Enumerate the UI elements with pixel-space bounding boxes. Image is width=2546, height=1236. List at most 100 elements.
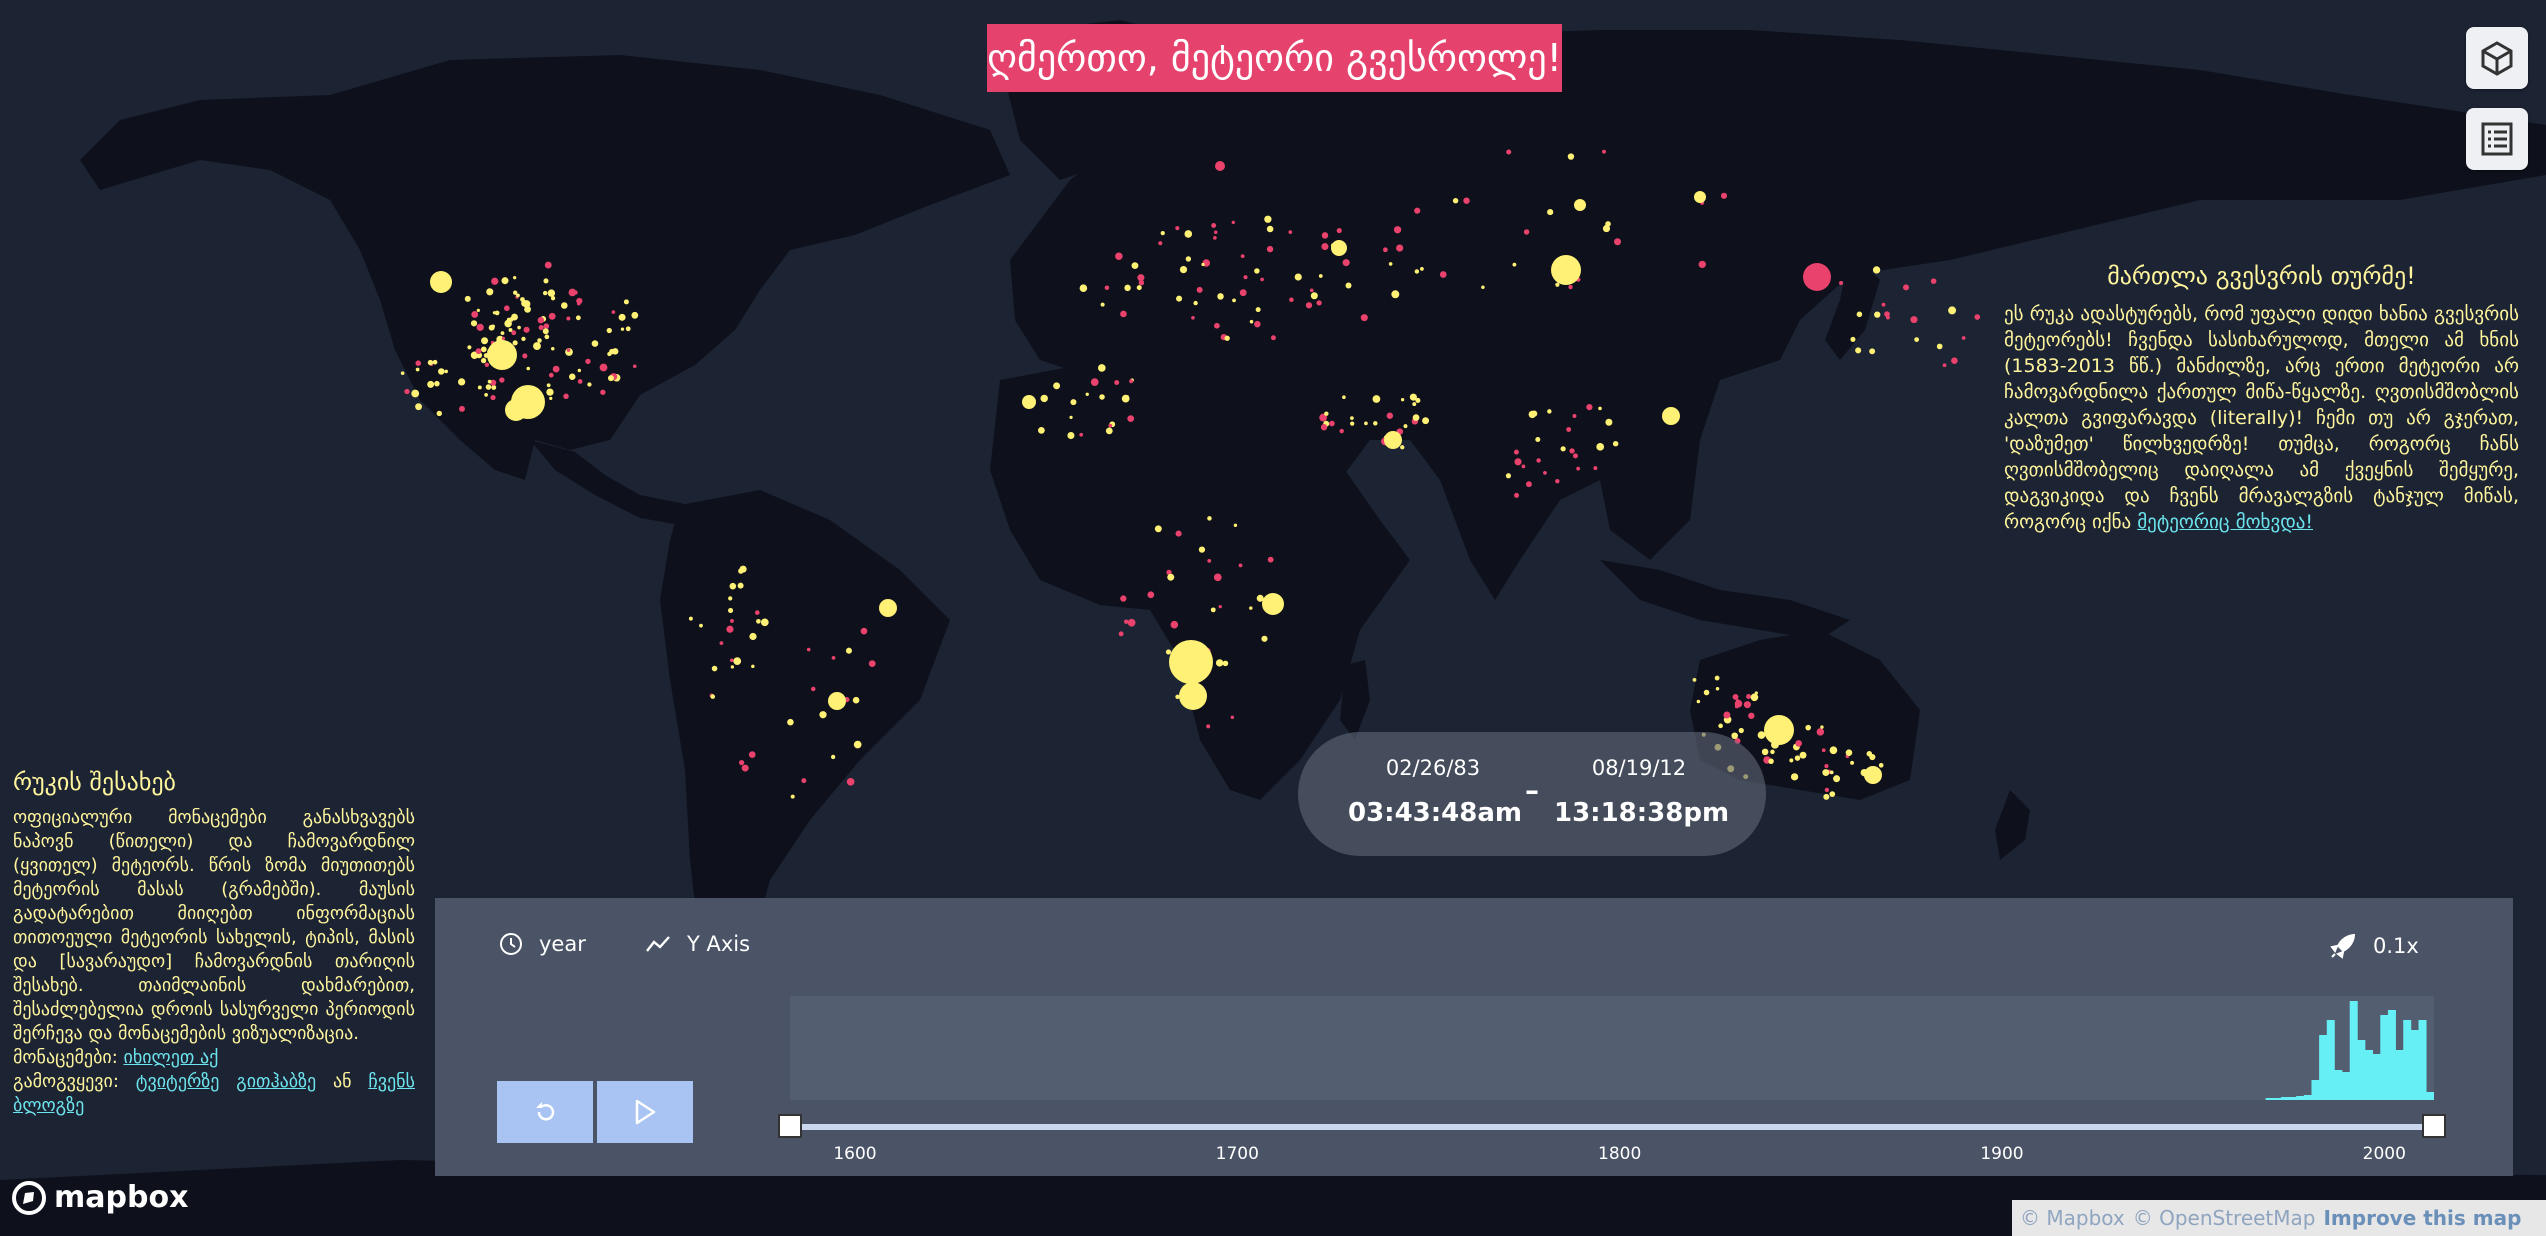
meteorite-marker[interactable]	[1158, 241, 1163, 246]
meteorite-marker[interactable]	[523, 326, 530, 333]
meteorite-marker[interactable]	[1191, 316, 1195, 320]
meteorite-marker[interactable]	[1090, 378, 1099, 387]
meteorite-marker[interactable]	[1598, 406, 1602, 411]
meteorite-marker[interactable]	[1743, 701, 1751, 709]
meteorite-marker[interactable]	[1267, 556, 1274, 563]
meteorite-marker[interactable]	[1120, 310, 1127, 318]
meteorite-marker[interactable]	[1206, 724, 1211, 729]
meteorite-marker[interactable]	[1850, 760, 1855, 765]
meteorite-marker[interactable]	[738, 759, 745, 766]
meteorite-marker[interactable]	[1974, 314, 1981, 320]
meteorite-marker[interactable]	[1218, 604, 1222, 609]
meteorite-marker[interactable]	[1165, 649, 1172, 655]
meteorite-marker[interactable]	[749, 632, 757, 641]
meteorite-marker[interactable]	[1262, 593, 1284, 615]
meteorite-marker[interactable]	[632, 364, 637, 369]
meteorite-marker[interactable]	[415, 367, 420, 372]
meteorite-marker[interactable]	[546, 383, 551, 388]
meteorite-marker[interactable]	[1129, 379, 1134, 384]
meteorite-marker[interactable]	[1754, 691, 1758, 695]
mapbox-logo[interactable]: mapbox	[12, 1180, 188, 1215]
meteorite-marker[interactable]	[475, 348, 482, 355]
meteorite-marker[interactable]	[1547, 409, 1552, 414]
meteorite-marker[interactable]	[828, 692, 846, 710]
meteorite-marker[interactable]	[1822, 769, 1830, 777]
meteorite-marker[interactable]	[491, 385, 497, 390]
meteorite-marker[interactable]	[1547, 209, 1554, 216]
meteorite-marker[interactable]	[607, 375, 615, 382]
meteorite-marker[interactable]	[1213, 230, 1218, 234]
meteorite-marker[interactable]	[1856, 311, 1863, 318]
meteorite-marker[interactable]	[1738, 727, 1744, 734]
meteorite-marker[interactable]	[599, 363, 608, 372]
meteorite-marker[interactable]	[600, 389, 606, 395]
meteorite-marker[interactable]	[831, 656, 836, 660]
meteorite-marker[interactable]	[494, 310, 500, 316]
meteorite-marker[interactable]	[1179, 265, 1188, 274]
meteorite-marker[interactable]	[430, 271, 452, 293]
meteorite-marker[interactable]	[1100, 302, 1105, 307]
meteorite-marker[interactable]	[1414, 269, 1420, 274]
meteorite-marker[interactable]	[516, 293, 520, 298]
meteorite-marker[interactable]	[1224, 335, 1230, 341]
meteorite-marker[interactable]	[491, 277, 499, 285]
meteorite-marker[interactable]	[1614, 238, 1622, 246]
meteorite-marker[interactable]	[1400, 398, 1405, 402]
meteorite-marker[interactable]	[1602, 149, 1606, 154]
meteorite-marker[interactable]	[1321, 243, 1329, 251]
meteorite-marker[interactable]	[569, 373, 576, 380]
meteorite-marker[interactable]	[1364, 421, 1368, 426]
meteorite-marker[interactable]	[585, 358, 591, 365]
meteorite-marker[interactable]	[1207, 558, 1212, 563]
meteorite-marker[interactable]	[566, 316, 571, 321]
meteorite-marker[interactable]	[1264, 215, 1272, 223]
meteorite-marker[interactable]	[1409, 393, 1417, 401]
meteorite-marker[interactable]	[547, 289, 556, 297]
meteorite-marker[interactable]	[1833, 775, 1841, 783]
meteorite-marker[interactable]	[1412, 414, 1420, 421]
meteorite-marker[interactable]	[1123, 619, 1129, 624]
meteorite-marker[interactable]	[1757, 731, 1766, 739]
meteorite-marker[interactable]	[1184, 230, 1193, 238]
meteorite-marker[interactable]	[1196, 286, 1203, 293]
meteorite-marker[interactable]	[1662, 407, 1680, 425]
meteorite-marker[interactable]	[751, 664, 755, 669]
meteorite-marker[interactable]	[1715, 686, 1720, 691]
meteorite-marker[interactable]	[726, 625, 734, 633]
meteorite-marker[interactable]	[1396, 244, 1404, 252]
meteorite-marker[interactable]	[1360, 314, 1368, 322]
meteorite-marker[interactable]	[1079, 432, 1084, 437]
meteorite-marker[interactable]	[577, 368, 581, 373]
meteorite-marker[interactable]	[1373, 421, 1378, 426]
meteorite-marker[interactable]	[1805, 724, 1811, 731]
meteorite-marker[interactable]	[727, 607, 734, 614]
meteorite-marker[interactable]	[1422, 417, 1430, 425]
meteorite-marker[interactable]	[436, 410, 442, 417]
meteorite-marker[interactable]	[1948, 306, 1957, 315]
meteorite-marker[interactable]	[1213, 573, 1222, 582]
meteorite-marker[interactable]	[1270, 335, 1276, 341]
meteorite-marker[interactable]	[499, 377, 505, 383]
meteorite-marker[interactable]	[1481, 285, 1485, 289]
meteorite-marker[interactable]	[548, 312, 556, 320]
meteorite-marker[interactable]	[1217, 293, 1224, 300]
meteorite-marker[interactable]	[444, 369, 448, 374]
meteorite-marker[interactable]	[543, 278, 549, 284]
meteorite-marker[interactable]	[1816, 728, 1825, 736]
meteorite-marker[interactable]	[1612, 440, 1619, 447]
meteorite-marker[interactable]	[1790, 773, 1799, 781]
meteorite-marker[interactable]	[1568, 284, 1573, 290]
meteorite-marker[interactable]	[505, 399, 527, 421]
meteorite-marker[interactable]	[733, 657, 742, 665]
meteorite-marker[interactable]	[501, 277, 509, 285]
y-axis-option[interactable]: Y Axis	[645, 932, 750, 956]
meteorite-marker[interactable]	[1193, 300, 1198, 306]
meteorite-marker[interactable]	[845, 647, 852, 654]
meteorite-marker[interactable]	[1213, 322, 1220, 329]
view-3d-button[interactable]	[2466, 27, 2528, 89]
meteorite-marker[interactable]	[1176, 295, 1183, 302]
twitter-link[interactable]: ტვიტერზე	[136, 1071, 220, 1092]
meteorite-marker[interactable]	[1764, 715, 1794, 745]
meteorite-marker[interactable]	[1207, 516, 1212, 521]
meteorite-marker[interactable]	[606, 327, 612, 334]
